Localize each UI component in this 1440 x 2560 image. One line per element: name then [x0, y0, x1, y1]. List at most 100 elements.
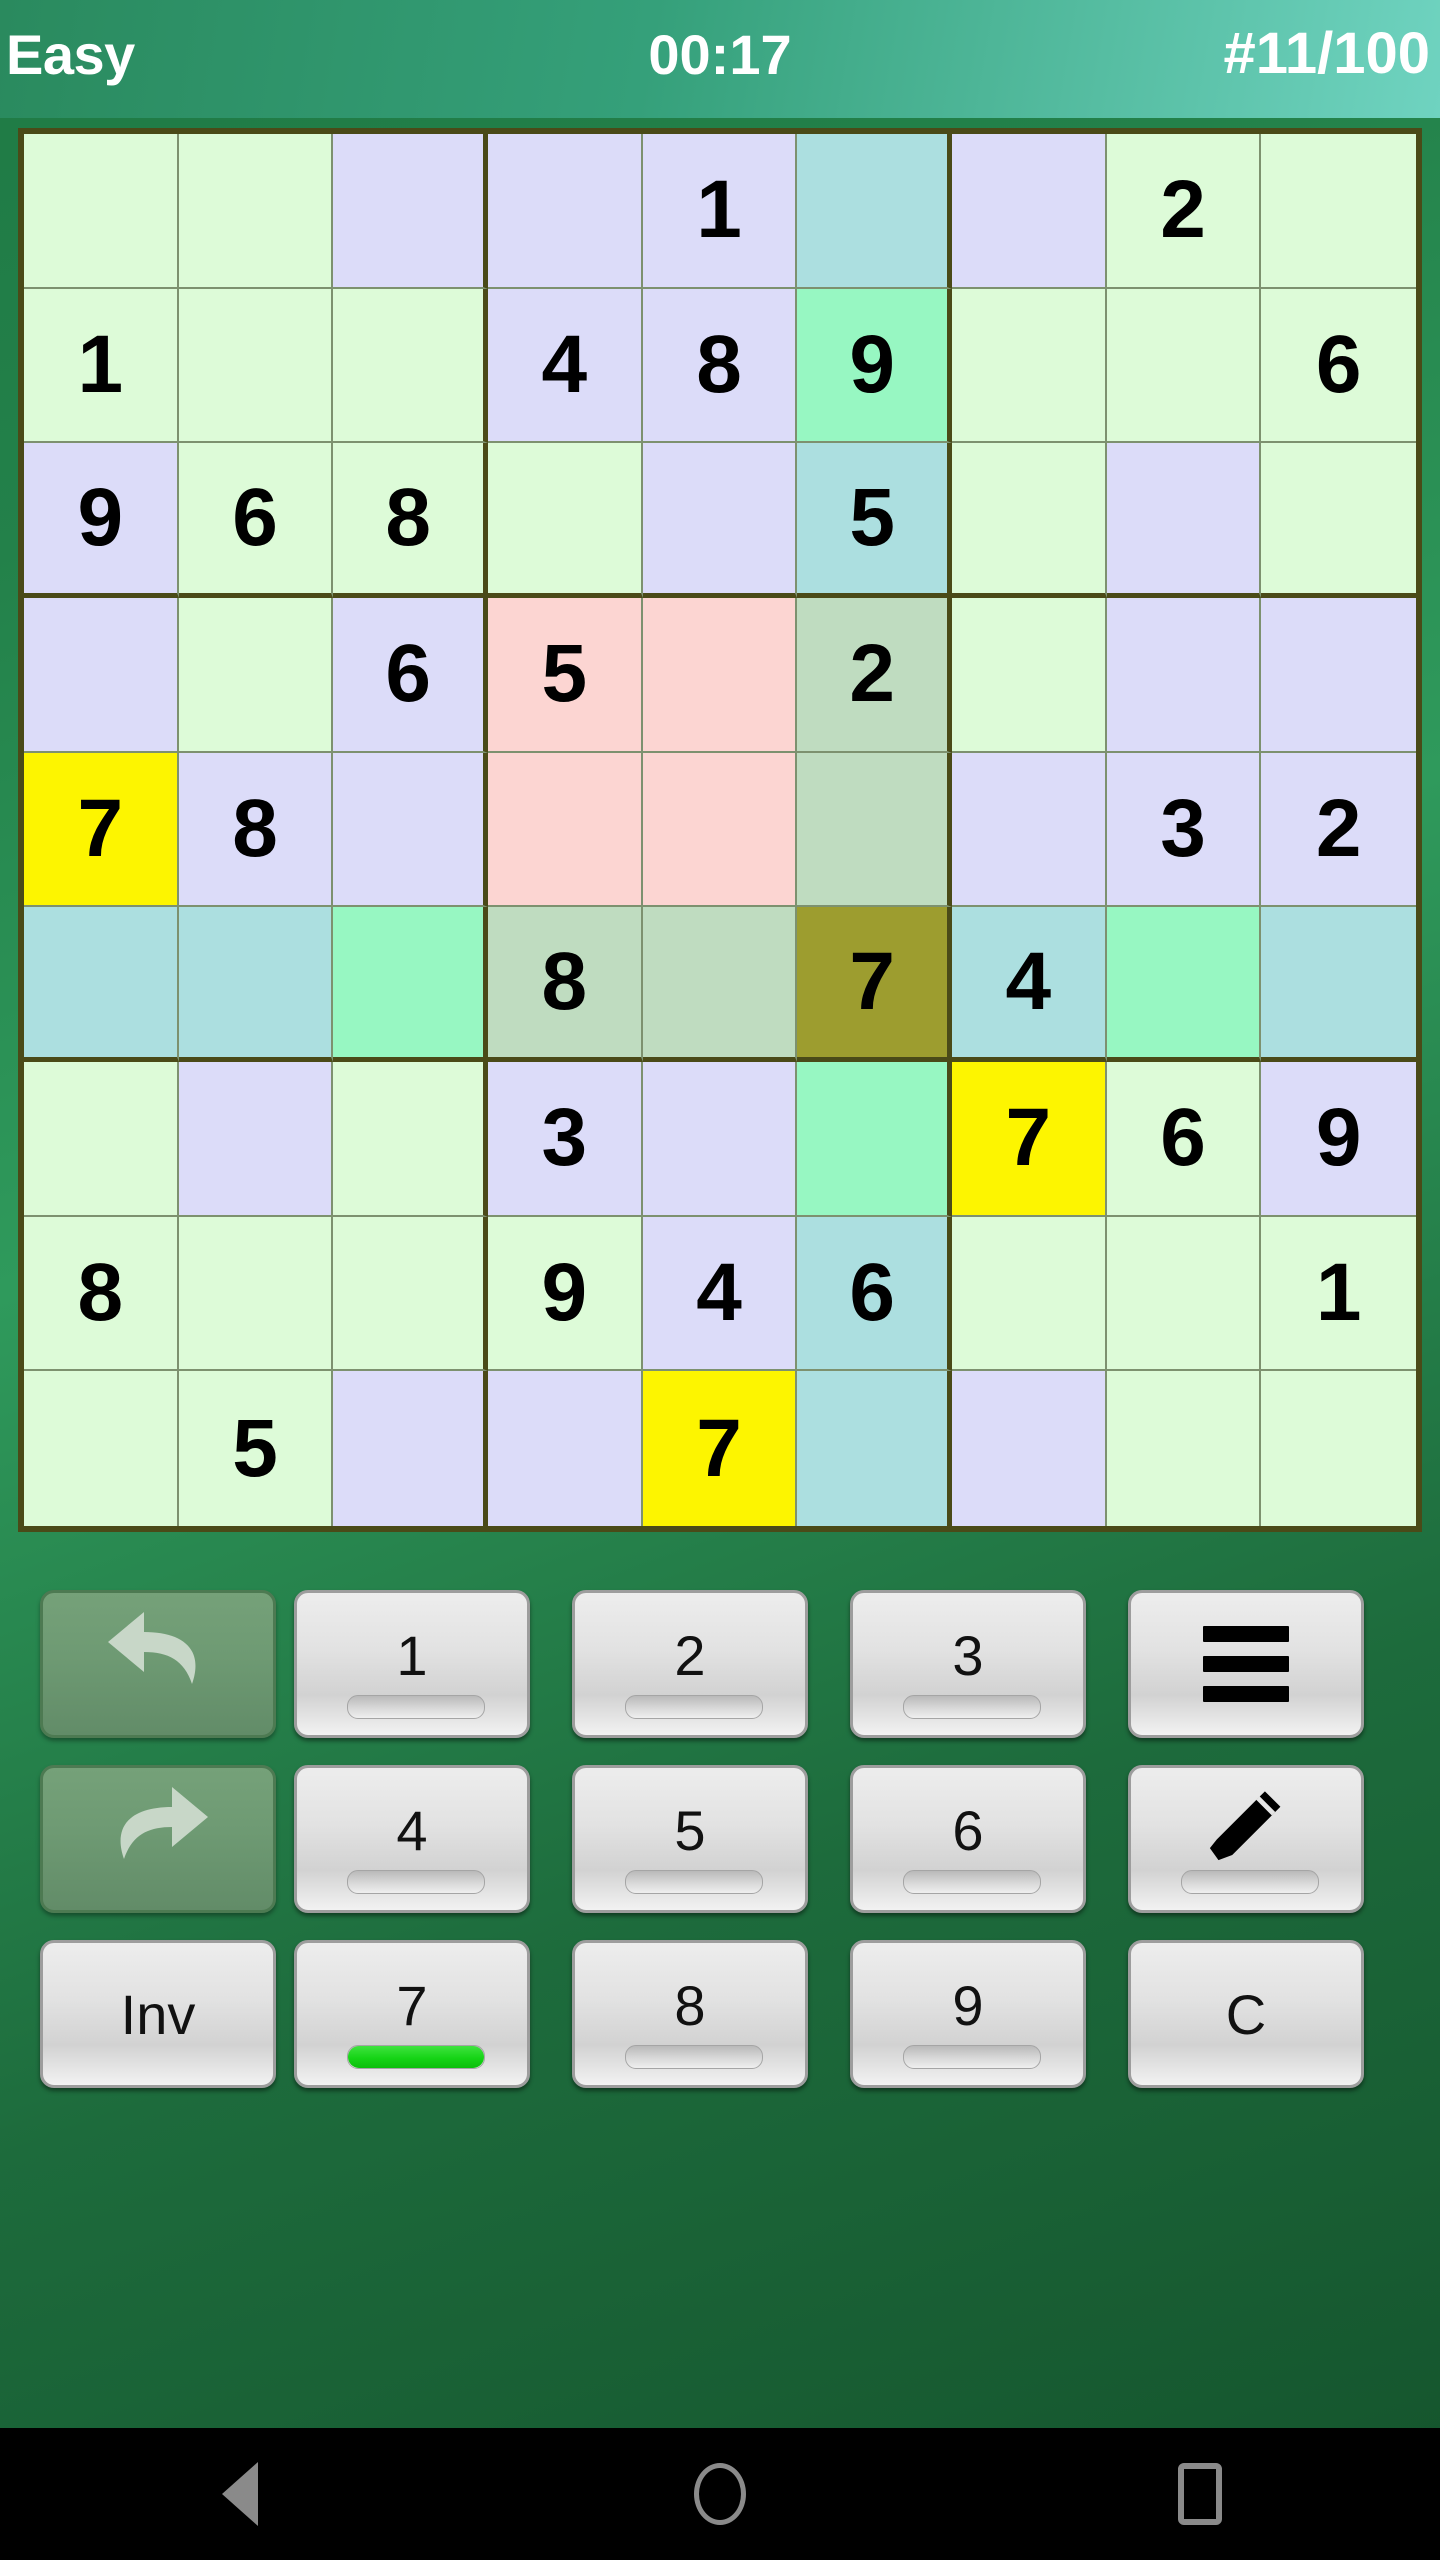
cell-r8c8[interactable] — [1106, 1216, 1262, 1372]
cell-r1c7[interactable] — [952, 134, 1107, 289]
digit-7-button[interactable]: 7 — [294, 1940, 530, 2088]
cell-r9c2[interactable]: 5 — [178, 1371, 334, 1526]
cell-r1c6[interactable] — [797, 134, 952, 289]
cell-r9c1[interactable] — [24, 1371, 179, 1526]
cell-r7c4[interactable]: 3 — [488, 1062, 643, 1217]
cell-r4c9[interactable] — [1261, 598, 1416, 753]
cell-r7c8[interactable]: 6 — [1106, 1062, 1262, 1217]
cell-r6c9[interactable] — [1261, 907, 1416, 1062]
cell-r5c4[interactable] — [488, 752, 643, 908]
cell-r3c7[interactable] — [952, 443, 1107, 598]
redo-button[interactable] — [40, 1765, 276, 1913]
cell-r3c6[interactable]: 5 — [797, 443, 952, 598]
cell-r4c1[interactable] — [24, 598, 179, 753]
cell-r3c1[interactable]: 9 — [24, 443, 179, 598]
cell-r6c6[interactable]: 7 — [797, 907, 952, 1062]
cell-r7c9[interactable]: 9 — [1261, 1062, 1416, 1217]
cell-r6c2[interactable] — [178, 907, 334, 1062]
cell-r5c3[interactable] — [333, 752, 488, 908]
cell-r1c3[interactable] — [333, 134, 488, 289]
cell-r9c3[interactable] — [333, 1371, 488, 1526]
cell-r9c9[interactable] — [1261, 1371, 1416, 1526]
digit-4-button[interactable]: 4 — [294, 1765, 530, 1913]
cell-r3c2[interactable]: 6 — [178, 443, 334, 598]
nav-home-button[interactable] — [600, 2428, 840, 2560]
cell-r8c9[interactable]: 1 — [1261, 1216, 1416, 1372]
cell-r8c5[interactable]: 4 — [642, 1216, 798, 1372]
cell-r4c3[interactable]: 6 — [333, 598, 488, 753]
cell-r9c8[interactable] — [1106, 1371, 1262, 1526]
cell-r8c3[interactable] — [333, 1216, 488, 1372]
cell-r7c1[interactable] — [24, 1062, 179, 1217]
digit-6-button[interactable]: 6 — [850, 1765, 1086, 1913]
cell-r1c5[interactable]: 1 — [642, 134, 798, 289]
cell-r1c1[interactable] — [24, 134, 179, 289]
nav-back-button[interactable] — [120, 2428, 360, 2560]
cell-r9c5[interactable]: 7 — [642, 1371, 798, 1526]
cell-r5c7[interactable] — [952, 752, 1107, 908]
cell-r6c1[interactable] — [24, 907, 179, 1062]
cell-r5c6[interactable] — [797, 752, 952, 908]
cell-r2c4[interactable]: 4 — [488, 288, 643, 444]
cell-r4c5[interactable] — [642, 598, 798, 753]
cell-r1c9[interactable] — [1261, 134, 1416, 289]
cell-r2c1[interactable]: 1 — [24, 288, 179, 444]
cell-r5c5[interactable] — [642, 752, 798, 908]
cell-r5c8[interactable]: 3 — [1106, 752, 1262, 908]
cell-r2c3[interactable] — [333, 288, 488, 444]
cell-r4c8[interactable] — [1106, 598, 1262, 753]
cell-r3c3[interactable]: 8 — [333, 443, 488, 598]
cell-r8c6[interactable]: 6 — [797, 1216, 952, 1372]
undo-button[interactable] — [40, 1590, 276, 1738]
cell-r5c1[interactable]: 7 — [24, 752, 179, 908]
cell-r5c9[interactable]: 2 — [1261, 752, 1416, 908]
cell-r2c2[interactable] — [178, 288, 334, 444]
cell-r1c2[interactable] — [178, 134, 334, 289]
digit-3-button[interactable]: 3 — [850, 1590, 1086, 1738]
cell-r2c9[interactable]: 6 — [1261, 288, 1416, 444]
cell-r3c4[interactable] — [488, 443, 643, 598]
cell-r1c8[interactable]: 2 — [1106, 134, 1262, 289]
cell-r3c8[interactable] — [1106, 443, 1262, 598]
cell-r6c4[interactable]: 8 — [488, 907, 643, 1062]
pencil-button[interactable] — [1128, 1765, 1364, 1913]
cell-r6c8[interactable] — [1106, 907, 1262, 1062]
cell-r3c5[interactable] — [642, 443, 798, 598]
clear-button[interactable]: C — [1128, 1940, 1364, 2088]
cell-r4c7[interactable] — [952, 598, 1107, 753]
invert-button[interactable]: Inv — [40, 1940, 276, 2088]
cell-r4c4[interactable]: 5 — [488, 598, 643, 753]
digit-9-button[interactable]: 9 — [850, 1940, 1086, 2088]
cell-r2c5[interactable]: 8 — [642, 288, 798, 444]
nav-recents-button[interactable] — [1080, 2428, 1320, 2560]
sudoku-board[interactable]: 12148969685652783287437698946157 — [18, 128, 1422, 1532]
cell-r2c8[interactable] — [1106, 288, 1262, 444]
digit-5-button[interactable]: 5 — [572, 1765, 808, 1913]
cell-r1c4[interactable] — [488, 134, 643, 289]
cell-r2c7[interactable] — [952, 288, 1107, 444]
cell-r7c2[interactable] — [178, 1062, 334, 1217]
digit-1-button[interactable]: 1 — [294, 1590, 530, 1738]
cell-r4c6[interactable]: 2 — [797, 598, 952, 753]
cell-r8c7[interactable] — [952, 1216, 1107, 1372]
cell-r2c6[interactable]: 9 — [797, 288, 952, 444]
cell-r7c7[interactable]: 7 — [952, 1062, 1107, 1217]
cell-r8c2[interactable] — [178, 1216, 334, 1372]
cell-r8c4[interactable]: 9 — [488, 1216, 643, 1372]
cell-r5c2[interactable]: 8 — [178, 752, 334, 908]
cell-r9c4[interactable] — [488, 1371, 643, 1526]
cell-r3c9[interactable] — [1261, 443, 1416, 598]
cell-r6c7[interactable]: 4 — [952, 907, 1107, 1062]
cell-r9c6[interactable] — [797, 1371, 952, 1526]
cell-r9c7[interactable] — [952, 1371, 1107, 1526]
digit-2-button[interactable]: 2 — [572, 1590, 808, 1738]
cell-r7c5[interactable] — [642, 1062, 798, 1217]
digit-8-button[interactable]: 8 — [572, 1940, 808, 2088]
cell-r6c3[interactable] — [333, 907, 488, 1062]
cell-r6c5[interactable] — [642, 907, 798, 1062]
cell-r7c3[interactable] — [333, 1062, 488, 1217]
cell-r7c6[interactable] — [797, 1062, 952, 1217]
menu-button[interactable] — [1128, 1590, 1364, 1738]
cell-r4c2[interactable] — [178, 598, 334, 753]
cell-r8c1[interactable]: 8 — [24, 1216, 179, 1372]
